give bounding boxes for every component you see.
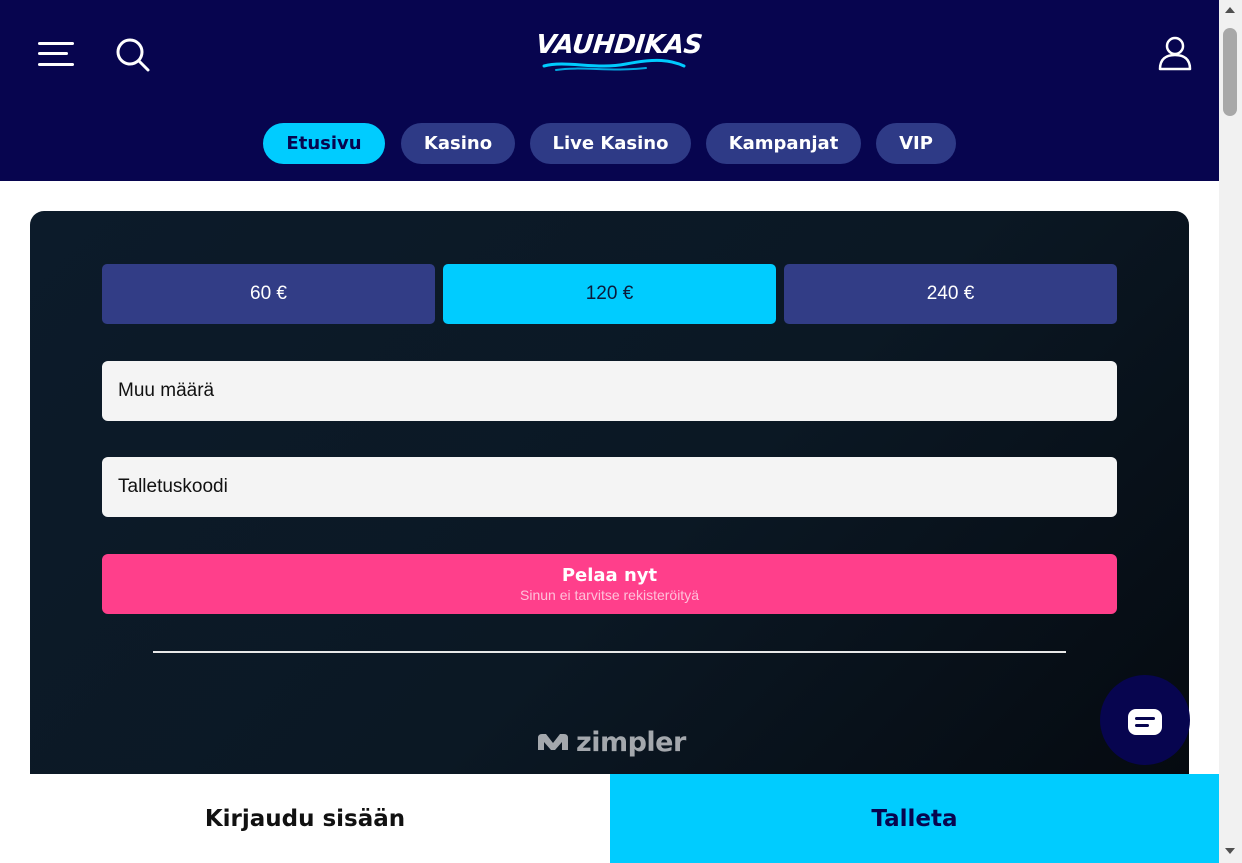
amount-60-button[interactable]: 60 €	[102, 264, 435, 324]
deposit-button[interactable]: Talleta	[610, 774, 1219, 863]
deposit-card: 60 € 120 € 240 € Muu määrä Talletuskoodi…	[30, 211, 1189, 791]
search-icon[interactable]	[115, 37, 151, 73]
site-logo[interactable]: VAUHDIKAS	[534, 30, 704, 74]
page: VAUHDIKAS Etusivu Kasino Live Kasino Kam…	[0, 0, 1242, 863]
menu-icon[interactable]	[38, 40, 74, 68]
play-now-label: Pelaa nyt	[561, 564, 658, 586]
zimpler-logo: zimpler	[536, 725, 686, 759]
scroll-thumb[interactable]	[1223, 28, 1237, 116]
site-header: VAUHDIKAS Etusivu Kasino Live Kasino Kam…	[0, 0, 1219, 181]
deposit-code-input[interactable]: Talletuskoodi	[102, 457, 1117, 517]
scroll-up-arrow-icon[interactable]	[1225, 7, 1235, 13]
chat-icon	[1128, 709, 1162, 735]
tab-vip[interactable]: VIP	[876, 123, 956, 164]
other-amount-input[interactable]: Muu määrä	[102, 361, 1117, 421]
user-icon[interactable]	[1157, 35, 1193, 71]
amount-240-button[interactable]: 240 €	[784, 264, 1117, 324]
tab-kampanjat[interactable]: Kampanjat	[706, 123, 861, 164]
tab-etusivu[interactable]: Etusivu	[263, 123, 385, 164]
divider	[153, 651, 1066, 653]
play-now-sublabel: Sinun ei tarvitse rekisteröityä	[520, 586, 699, 603]
zimpler-mark-icon	[538, 734, 568, 750]
amount-120-button[interactable]: 120 €	[443, 264, 776, 324]
chat-button[interactable]	[1100, 675, 1190, 765]
logo-text: VAUHDIKAS	[534, 30, 704, 60]
scroll-down-arrow-icon[interactable]	[1225, 848, 1235, 854]
tab-live-kasino[interactable]: Live Kasino	[530, 123, 691, 164]
zimpler-text: zimpler	[576, 726, 686, 758]
tab-kasino[interactable]: Kasino	[401, 123, 515, 164]
play-now-button[interactable]: Pelaa nyt Sinun ei tarvitse rekisteröity…	[102, 554, 1117, 614]
main-nav: Etusivu Kasino Live Kasino Kampanjat VIP	[0, 123, 1219, 164]
scrollbar[interactable]	[1219, 0, 1242, 863]
login-button[interactable]: Kirjaudu sisään	[0, 774, 610, 863]
